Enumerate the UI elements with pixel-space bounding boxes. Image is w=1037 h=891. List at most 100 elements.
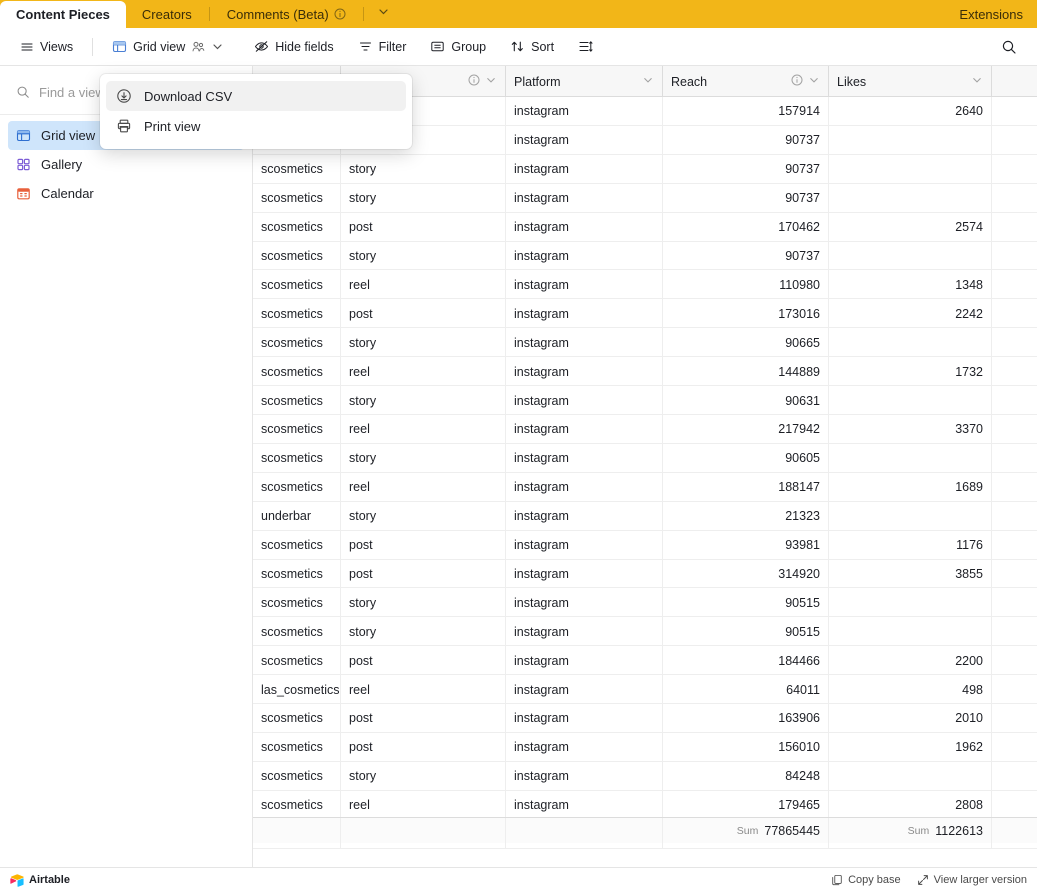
cell-type[interactable]: reel bbox=[341, 270, 506, 300]
cell-plat[interactable]: instagram bbox=[506, 704, 663, 733]
table-row[interactable]: scosmetics story instagram 84248 bbox=[253, 761, 1037, 791]
cell-reach[interactable]: 110980 bbox=[663, 270, 829, 300]
cell-type[interactable]: story bbox=[341, 588, 506, 618]
grid-view-button[interactable]: Grid view bbox=[104, 34, 232, 60]
summary-cell-likes[interactable]: Sum 1122613 bbox=[829, 818, 992, 843]
cell-reach[interactable]: 84248 bbox=[663, 761, 829, 791]
table-row[interactable]: scosmetics reel instagram 179465 2808 bbox=[253, 790, 1037, 820]
cell-type[interactable]: story bbox=[341, 761, 506, 791]
views-button[interactable]: Views bbox=[12, 34, 81, 60]
cell-reach[interactable]: 64011 bbox=[663, 675, 829, 705]
summary-cell-content-type[interactable] bbox=[341, 818, 506, 843]
cell-plat[interactable]: instagram bbox=[506, 790, 663, 820]
row-height-button[interactable] bbox=[570, 34, 601, 60]
cell-likes[interactable] bbox=[829, 241, 992, 271]
table-row[interactable]: underbar story instagram 21323 bbox=[253, 501, 1037, 531]
cell-likes[interactable] bbox=[829, 617, 992, 647]
cell-plat[interactable]: instagram bbox=[506, 472, 663, 502]
cell-plat[interactable]: instagram bbox=[506, 443, 663, 473]
table-row[interactable]: scosmetics story instagram 90737 bbox=[253, 183, 1037, 213]
cell-likes[interactable] bbox=[829, 183, 992, 213]
cell-reach[interactable]: 90737 bbox=[663, 154, 829, 184]
cell-reach[interactable]: 90737 bbox=[663, 241, 829, 271]
cell-reach[interactable]: 90737 bbox=[663, 183, 829, 213]
cell-name[interactable]: scosmetics bbox=[253, 761, 341, 791]
cell-plat[interactable]: instagram bbox=[506, 617, 663, 647]
cell-reach[interactable]: 314920 bbox=[663, 559, 829, 589]
column-header-reach[interactable]: Reach bbox=[663, 66, 829, 97]
cell-likes[interactable]: 1732 bbox=[829, 357, 992, 387]
cell-reach[interactable]: 90737 bbox=[663, 125, 829, 155]
cell-name[interactable]: scosmetics bbox=[253, 790, 341, 820]
search-button[interactable] bbox=[993, 34, 1025, 60]
table-row[interactable]: scosmetics story instagram 90515 bbox=[253, 617, 1037, 647]
chevron-down-icon[interactable] bbox=[808, 74, 820, 89]
hide-fields-button[interactable]: Hide fields bbox=[246, 34, 341, 60]
cell-type[interactable]: story bbox=[341, 183, 506, 213]
cell-likes[interactable] bbox=[829, 154, 992, 184]
cell-reach[interactable]: 21323 bbox=[663, 501, 829, 531]
tab-comments-beta[interactable]: Comments (Beta) bbox=[211, 0, 362, 28]
cell-type[interactable]: post bbox=[341, 646, 506, 676]
view-larger-version-button[interactable]: View larger version bbox=[917, 874, 1027, 886]
cell-likes[interactable] bbox=[829, 328, 992, 358]
cell-type[interactable]: story bbox=[341, 443, 506, 473]
cell-likes[interactable] bbox=[829, 761, 992, 791]
airtable-brand[interactable]: Airtable bbox=[10, 873, 70, 887]
cell-plat[interactable]: instagram bbox=[506, 559, 663, 589]
info-icon[interactable] bbox=[468, 74, 480, 89]
cell-likes[interactable] bbox=[829, 501, 992, 531]
cell-plat[interactable]: instagram bbox=[506, 241, 663, 271]
cell-plat[interactable]: instagram bbox=[506, 646, 663, 676]
cell-plat[interactable]: instagram bbox=[506, 530, 663, 560]
menu-item-download-csv[interactable]: Download CSV bbox=[106, 81, 406, 111]
chevron-down-icon[interactable] bbox=[971, 74, 983, 89]
cell-plat[interactable]: instagram bbox=[506, 386, 663, 415]
cell-reach[interactable]: 163906 bbox=[663, 704, 829, 733]
cell-likes[interactable]: 3855 bbox=[829, 559, 992, 589]
cell-name[interactable]: scosmetics bbox=[253, 299, 341, 329]
cell-plat[interactable]: instagram bbox=[506, 299, 663, 329]
cell-plat[interactable]: instagram bbox=[506, 97, 663, 126]
cell-reach[interactable]: 90515 bbox=[663, 588, 829, 618]
summary-cell-name[interactable] bbox=[253, 818, 341, 843]
cell-type[interactable]: story bbox=[341, 154, 506, 184]
cell-name[interactable]: scosmetics bbox=[253, 414, 341, 444]
cell-reach[interactable]: 184466 bbox=[663, 646, 829, 676]
cell-plat[interactable]: instagram bbox=[506, 212, 663, 242]
cell-plat[interactable]: instagram bbox=[506, 675, 663, 705]
table-row[interactable]: scosmetics story instagram 90631 bbox=[253, 386, 1037, 415]
cell-name[interactable]: scosmetics bbox=[253, 559, 341, 589]
cell-likes[interactable] bbox=[829, 443, 992, 473]
cell-likes[interactable] bbox=[829, 125, 992, 155]
table-row[interactable]: scosmetics post instagram 173016 2242 bbox=[253, 299, 1037, 329]
cell-type[interactable]: reel bbox=[341, 675, 506, 705]
summary-cell-reach[interactable]: Sum 77865445 bbox=[663, 818, 829, 843]
info-icon[interactable] bbox=[791, 74, 803, 89]
cell-likes[interactable]: 498 bbox=[829, 675, 992, 705]
cell-likes[interactable]: 2200 bbox=[829, 646, 992, 676]
cell-reach[interactable]: 93981 bbox=[663, 530, 829, 560]
table-row[interactable]: scosmetics reel instagram 110980 1348 bbox=[253, 270, 1037, 300]
tab-extensions[interactable]: Extensions bbox=[945, 0, 1037, 28]
cell-type[interactable]: reel bbox=[341, 472, 506, 502]
cell-plat[interactable]: instagram bbox=[506, 501, 663, 531]
cell-name[interactable]: las_cosmetics bbox=[253, 675, 341, 705]
cell-reach[interactable]: 156010 bbox=[663, 732, 829, 762]
cell-name[interactable]: scosmetics bbox=[253, 386, 341, 415]
cell-reach[interactable]: 144889 bbox=[663, 357, 829, 387]
cell-name[interactable]: scosmetics bbox=[253, 443, 341, 473]
table-row[interactable]: scosmetics post instagram 184466 2200 bbox=[253, 646, 1037, 676]
cell-type[interactable]: post bbox=[341, 530, 506, 560]
cell-reach[interactable]: 157914 bbox=[663, 97, 829, 126]
cell-plat[interactable]: instagram bbox=[506, 357, 663, 387]
cell-plat[interactable]: instagram bbox=[506, 154, 663, 184]
cell-name[interactable]: scosmetics bbox=[253, 241, 341, 271]
table-row[interactable]: scosmetics post instagram 93981 1176 bbox=[253, 530, 1037, 560]
cell-plat[interactable]: instagram bbox=[506, 270, 663, 300]
table-row[interactable]: scosmetics post instagram 156010 1962 bbox=[253, 732, 1037, 762]
tabs-overflow-button[interactable] bbox=[365, 0, 402, 28]
cell-likes[interactable]: 2010 bbox=[829, 704, 992, 733]
cell-type[interactable]: post bbox=[341, 212, 506, 242]
cell-type[interactable]: reel bbox=[341, 414, 506, 444]
